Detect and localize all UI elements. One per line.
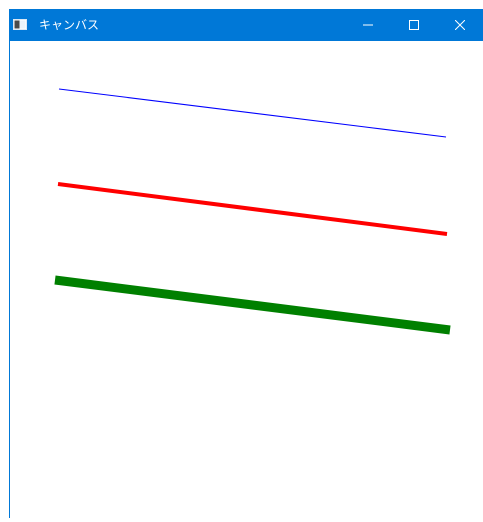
close-icon bbox=[455, 20, 465, 30]
drawing-canvas[interactable] bbox=[10, 41, 483, 518]
blue-line bbox=[58, 88, 447, 138]
minimize-icon bbox=[363, 24, 373, 26]
maximize-icon bbox=[409, 20, 419, 30]
window-controls bbox=[345, 9, 483, 41]
window-title: キャンバス bbox=[39, 18, 100, 32]
title-bar[interactable]: キャンバス bbox=[10, 9, 483, 41]
canvas-surface bbox=[54, 88, 451, 335]
red-line bbox=[57, 182, 448, 236]
green-line bbox=[54, 275, 451, 335]
window-app-icon bbox=[13, 19, 27, 30]
app-window: キャンバス bbox=[9, 9, 483, 518]
close-button[interactable] bbox=[437, 9, 483, 41]
maximize-button[interactable] bbox=[391, 9, 437, 41]
minimize-button[interactable] bbox=[345, 9, 391, 41]
